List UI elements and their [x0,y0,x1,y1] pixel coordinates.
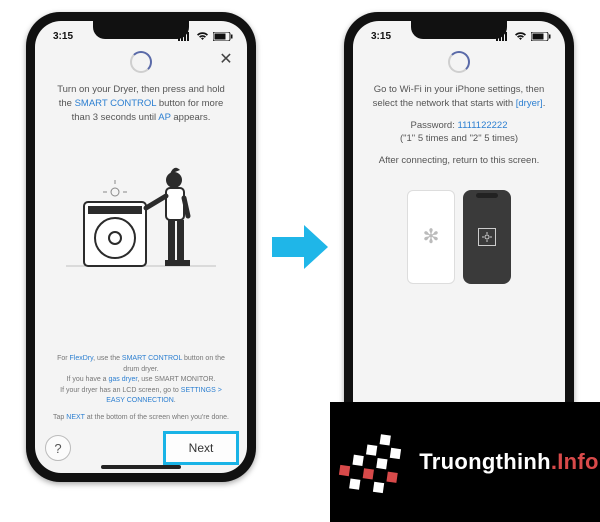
password-hint: ("1" 5 times and "2" 5 times) [371,132,547,146]
tips-text: For FlexDry, use the SMART CONTROL butto… [35,354,247,423]
smart-control-label: SMART CONTROL [75,98,157,109]
battery-icon [531,32,551,41]
dryer-network-label: [dryer] [516,98,543,109]
wifi-icon [196,32,209,41]
top-bar [353,45,565,79]
notch [411,21,507,39]
instruction-post: appears. [171,112,211,123]
next-button-label: Next [189,441,214,455]
flexdry-label: FlexDry [70,355,94,362]
watermark: Truongthinh.Info [330,402,600,522]
home-indicator [101,465,181,469]
password-value: 1111122222 [457,120,507,131]
settings-icon [478,228,496,246]
asterisk-icon: ✻ [423,224,440,249]
ap-label: AP [158,112,171,123]
notch [93,21,189,39]
wifi-icon [514,32,527,41]
dryer-person-illustration-icon [66,144,216,272]
watermark-text: Truongthinh.Info [419,449,599,475]
battery-icon [213,32,233,41]
watermark-logo-icon [331,423,409,501]
device-cards: ✻ [353,190,565,284]
help-icon: ? [54,441,61,456]
watermark-brand: Truongthinh [419,449,551,474]
password-label: Password: [410,120,457,131]
next-button[interactable]: Next [165,433,237,463]
progress-spinner-icon [448,51,470,73]
phone-card [463,190,511,284]
status-time: 3:15 [53,31,73,42]
screen-left: 3:15 ✕ Turn on your Dr [35,21,247,473]
top-bar: ✕ [35,45,247,79]
phone-mockup-left: 3:15 ✕ Turn on your Dr [26,12,256,482]
router-card: ✻ [407,190,455,284]
arrow-icon [270,219,330,275]
help-button[interactable]: ? [45,435,71,461]
return-instruction: After connecting, return to this screen. [371,154,547,168]
progress-spinner-icon [130,51,152,73]
status-time: 3:15 [371,31,391,42]
instruction-text: Turn on your Dryer, then press and hold … [35,79,247,124]
watermark-suffix: .Info [551,449,599,474]
gas-dryer-label: gas dryer [109,376,138,383]
instruction-text: Go to Wi-Fi in your iPhone settings, the… [353,79,565,168]
illustration [35,142,247,272]
close-button[interactable]: ✕ [217,51,235,69]
